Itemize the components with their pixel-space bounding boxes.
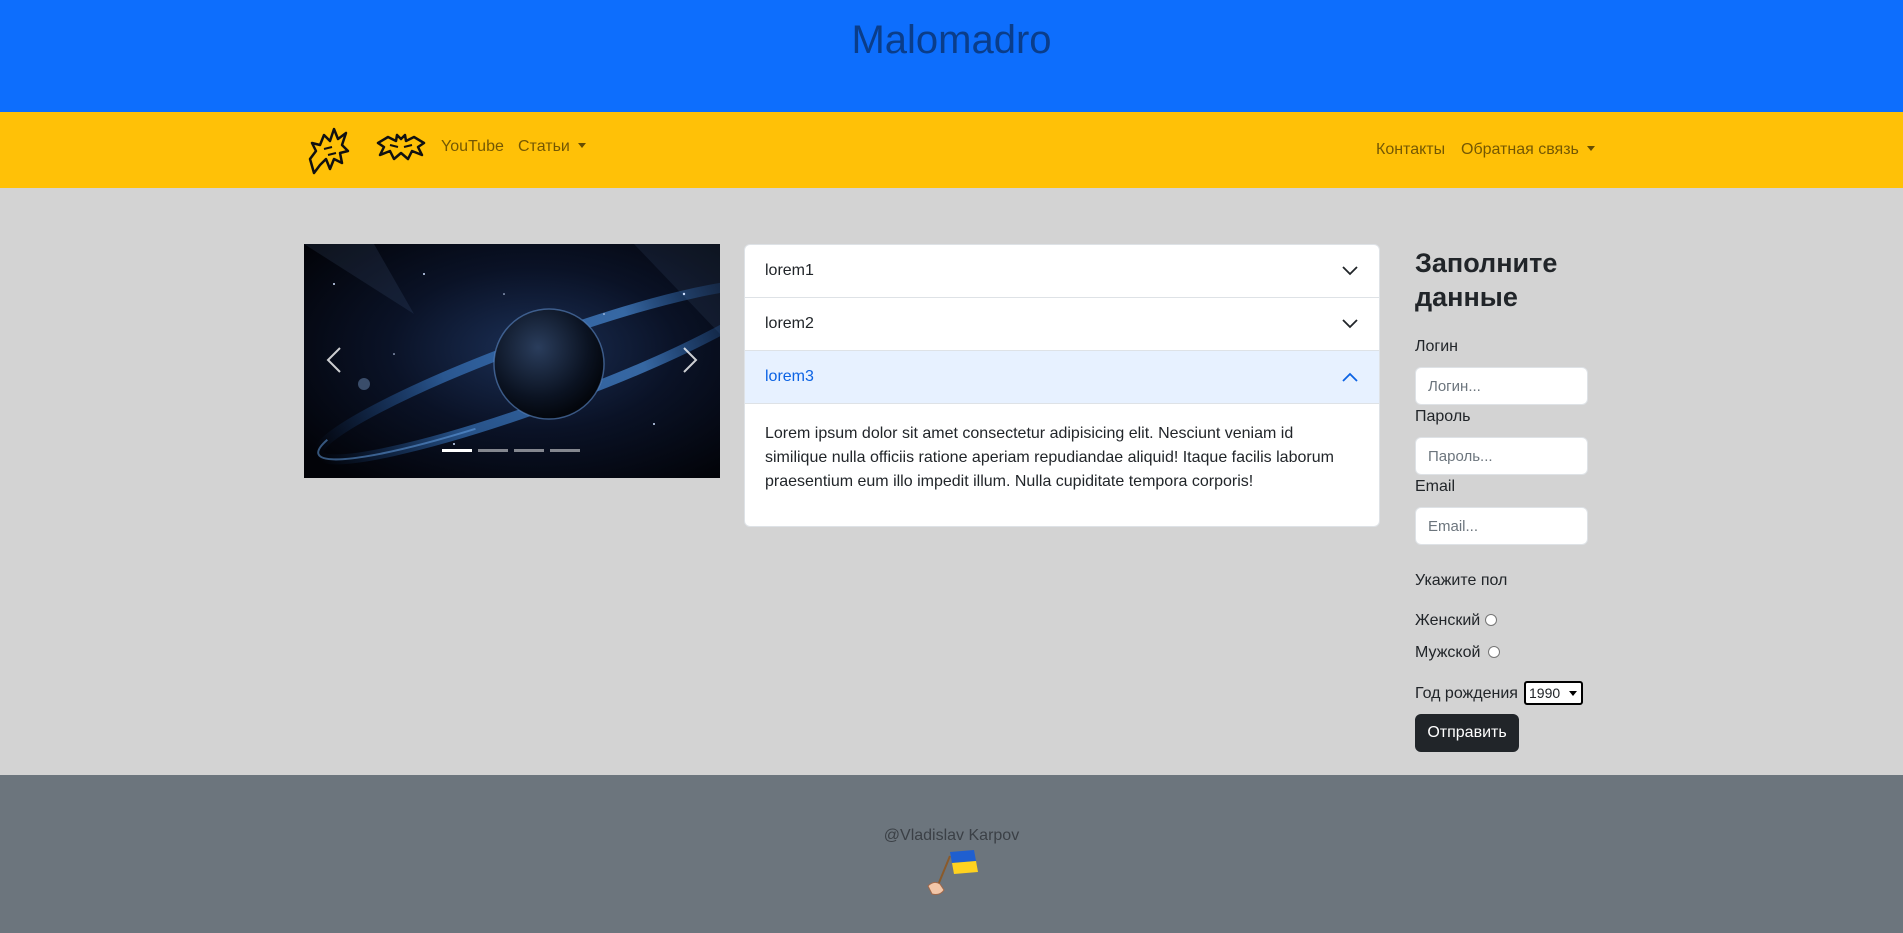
birth-year-value: 1990 <box>1529 685 1561 701</box>
carousel-indicator[interactable] <box>442 449 472 452</box>
gender-female-label: Женский <box>1415 612 1481 629</box>
email-label: Email <box>1415 478 1456 495</box>
wolf-tribal-icon[interactable] <box>304 125 352 175</box>
chevron-down-icon <box>1342 319 1358 329</box>
chevron-left-icon[interactable] <box>316 340 356 380</box>
nav-articles-label: Статьи <box>518 138 570 155</box>
chevron-down-icon <box>1569 691 1577 696</box>
nav-feedback-dropdown[interactable]: Обратная связь <box>1461 141 1595 159</box>
accordion-title: lorem2 <box>765 315 814 332</box>
accordion-header-1[interactable]: lorem1 <box>745 245 1379 298</box>
caret-down-icon <box>577 143 586 148</box>
login-input[interactable] <box>1415 367 1588 405</box>
ukraine-flag-icon <box>927 850 978 895</box>
chevron-up-icon <box>1342 372 1358 382</box>
gender-label: Укажите пол <box>1415 572 1508 589</box>
carousel-indicator[interactable] <box>514 449 544 452</box>
bat-tribal-icon[interactable] <box>376 133 426 163</box>
caret-down-icon <box>1586 146 1595 151</box>
nav-articles-dropdown[interactable]: Статьи <box>518 138 586 156</box>
nav-youtube-link[interactable]: YouTube <box>441 138 504 156</box>
space-planet-image <box>304 244 720 478</box>
birth-year-label: Год рождения <box>1415 685 1518 702</box>
image-carousel[interactable] <box>304 244 720 478</box>
accordion-header-2[interactable]: lorem2 <box>745 298 1379 351</box>
gender-male-radio[interactable] <box>1488 646 1500 658</box>
accordion-title: lorem3 <box>765 368 814 385</box>
password-input[interactable] <box>1415 437 1588 475</box>
carousel-indicator[interactable] <box>478 449 508 452</box>
chevron-right-icon[interactable] <box>668 340 708 380</box>
gender-female-radio[interactable] <box>1485 614 1497 626</box>
site-title: Malomadro <box>851 18 1052 62</box>
chevron-down-icon <box>1342 266 1358 276</box>
nav-feedback-label: Обратная связь <box>1461 141 1579 158</box>
accordion-header-3[interactable]: lorem3 <box>745 351 1379 404</box>
submit-button[interactable]: Отправить <box>1415 714 1519 752</box>
navbar <box>0 112 1903 188</box>
site-header: Malomadro <box>0 0 1903 112</box>
gender-male-label: Мужской <box>1415 644 1481 661</box>
birth-year-select[interactable]: 1990 <box>1524 681 1583 705</box>
footer-author: @Vladislav Karpov <box>883 827 1020 844</box>
password-label: Пароль <box>1415 408 1471 425</box>
carousel-indicator[interactable] <box>550 449 580 452</box>
accordion-body: Lorem ipsum dolor sit amet consectetur a… <box>765 425 1334 490</box>
email-input[interactable] <box>1415 507 1588 545</box>
nav-contacts-link[interactable]: Контакты <box>1376 141 1445 159</box>
accordion: lorem1 lorem2 lorem3 Lorem ipsum dolor s… <box>744 244 1380 527</box>
accordion-title: lorem1 <box>765 262 814 279</box>
form-title: Заполните данные <box>1415 248 1558 312</box>
login-label: Логин <box>1415 338 1459 355</box>
